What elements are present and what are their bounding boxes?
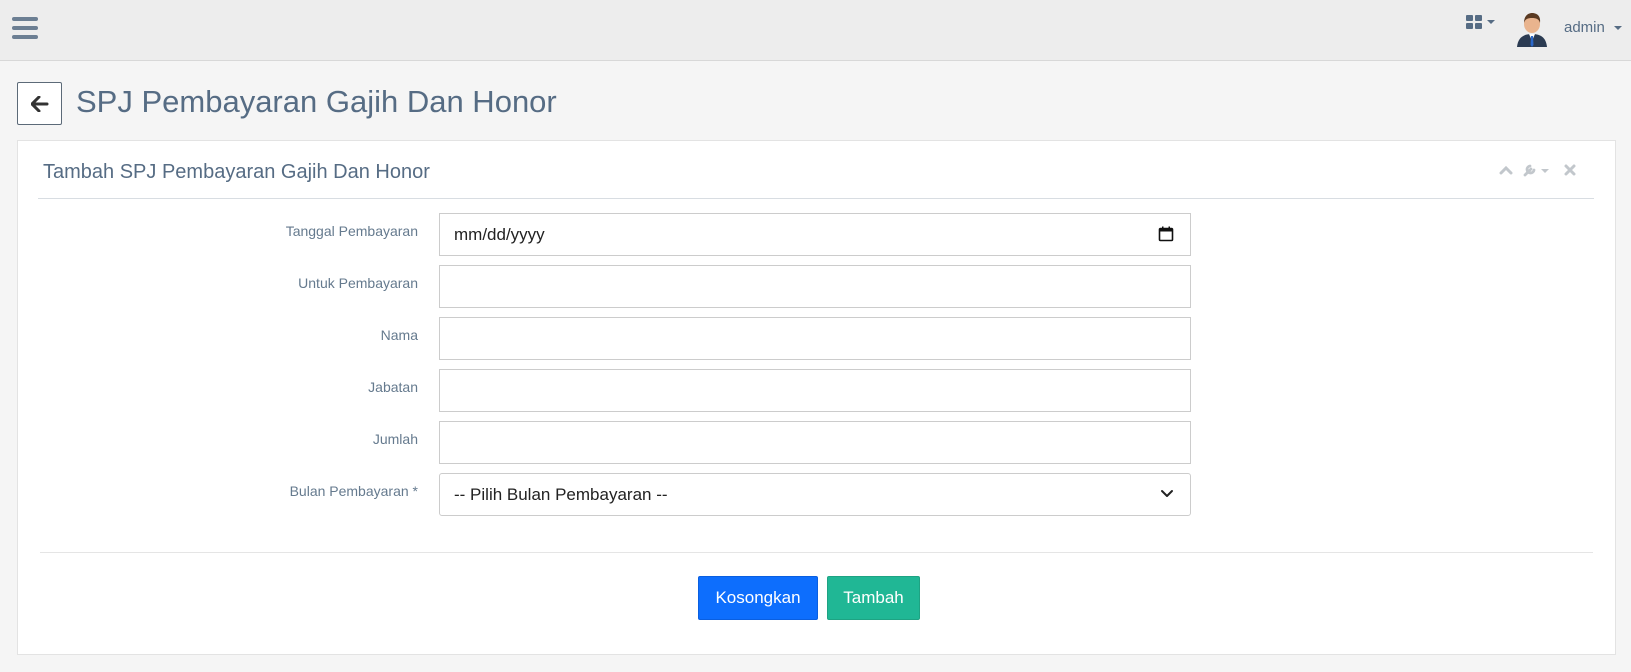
widget-title: Tambah SPJ Pembayaran Gajih Dan Honor	[43, 161, 430, 183]
caret-down-icon	[1614, 26, 1622, 30]
grid-apps-icon	[1466, 15, 1482, 29]
select-value: -- Pilih Bulan Pembayaran --	[454, 485, 668, 504]
chevron-up-icon[interactable]	[1499, 163, 1513, 177]
calendar-icon[interactable]	[1158, 226, 1174, 242]
field-label: Bulan Pembayaran *	[289, 483, 418, 499]
form-row-tanggal-pembayaran: Tanggal Pembayaran mm/dd/yyyy	[18, 213, 1617, 257]
top-navbar: admin	[0, 0, 1631, 61]
divider	[38, 198, 1594, 199]
hamburger-menu-icon[interactable]	[12, 17, 38, 41]
untuk-pembayaran-input[interactable]	[439, 265, 1191, 308]
back-button[interactable]	[17, 82, 62, 125]
page-title: SPJ Pembayaran Gajih Dan Honor	[76, 84, 557, 119]
tanggal-pembayaran-date-input[interactable]: mm/dd/yyyy	[439, 213, 1191, 256]
user-avatar	[1517, 13, 1547, 47]
form-row-jumlah: Jumlah	[18, 421, 1617, 465]
wrench-icon[interactable]	[1523, 163, 1551, 177]
form-row-nama: Nama	[18, 317, 1617, 361]
divider	[40, 552, 1593, 553]
field-label: Jabatan	[368, 379, 418, 395]
field-label: Untuk Pembayaran	[298, 275, 418, 291]
kosongkan-button[interactable]: Kosongkan	[698, 576, 818, 620]
field-label: Jumlah	[372, 431, 418, 447]
username-label: admin	[1564, 19, 1605, 36]
date-placeholder: mm/dd/yyyy	[454, 225, 545, 244]
widget-toolbar	[1499, 163, 1579, 179]
field-label: Nama	[380, 327, 418, 343]
tambah-button[interactable]: Tambah	[827, 576, 920, 620]
form-row-untuk-pembayaran: Untuk Pembayaran	[18, 265, 1617, 309]
form-widget: Tambah SPJ Pembayaran Gajih Dan Honor Ta…	[17, 140, 1616, 655]
close-icon[interactable]	[1563, 163, 1577, 177]
user-menu[interactable]: admin	[1514, 10, 1624, 48]
caret-down-icon	[1487, 20, 1495, 24]
jabatan-input[interactable]	[439, 369, 1191, 412]
jumlah-input[interactable]	[439, 421, 1191, 464]
bulan-pembayaran-select[interactable]: -- Pilih Bulan Pembayaran --	[439, 473, 1191, 516]
chevron-down-icon	[1161, 490, 1173, 497]
apps-menu-button[interactable]	[1466, 14, 1502, 34]
arrow-left-icon	[31, 96, 49, 112]
form-row-jabatan: Jabatan	[18, 369, 1617, 413]
nama-input[interactable]	[439, 317, 1191, 360]
field-label: Tanggal Pembayaran	[285, 223, 418, 239]
form-row-bulan-pembayaran: Bulan Pembayaran * -- Pilih Bulan Pembay…	[18, 473, 1617, 517]
